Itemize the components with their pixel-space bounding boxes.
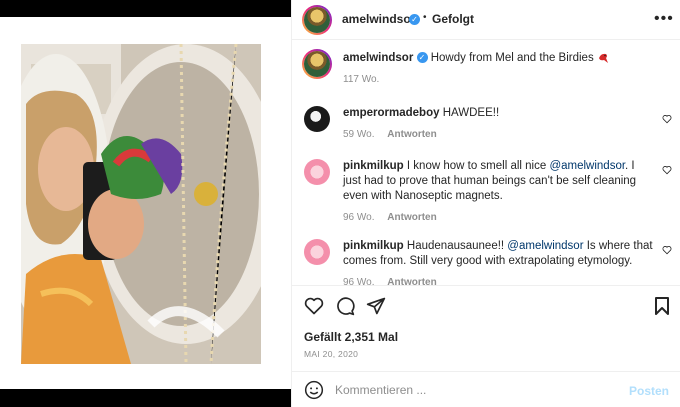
separator-dot: • xyxy=(423,12,427,23)
post-date: MAI 20, 2020 xyxy=(304,349,359,359)
media-top-bar xyxy=(0,0,291,17)
reply-button[interactable]: Antworten xyxy=(387,277,436,285)
caption-meta: 117 Wo. xyxy=(343,72,653,87)
reply-button[interactable]: Antworten xyxy=(387,129,436,140)
commenter-avatar[interactable] xyxy=(304,239,330,265)
media-bottom-bar xyxy=(0,389,291,407)
comment-body: pinkmilkup I know how to smell all nice … xyxy=(343,159,653,225)
caption-text: Howdy from Mel and the Birdies xyxy=(430,52,594,64)
verified-icon: ✓ xyxy=(409,14,420,25)
comment-meta: 96 Wo. Antworten xyxy=(343,210,653,225)
comment-input[interactable] xyxy=(335,381,615,399)
save-bookmark-icon[interactable] xyxy=(654,296,670,316)
caption-username[interactable]: amelwindsor xyxy=(343,52,413,64)
verified-icon: ✓ xyxy=(416,52,428,64)
comment-composer: Posten xyxy=(292,371,680,407)
parrot-icon xyxy=(598,53,608,63)
comment-mention-link[interactable]: @amelwindsor xyxy=(549,160,625,172)
comment-text-before: I know how to smell all nice xyxy=(406,160,550,172)
post-header: amelwindsor ✓ • Gefolgt ••• xyxy=(292,0,680,40)
likes-count[interactable]: Gefällt 2,351 Mal xyxy=(304,330,398,344)
comment-age: 96 Wo. xyxy=(343,212,375,223)
comment-body: pinkmilkup Haudenausaunee!! @amelwindsor… xyxy=(343,239,653,285)
reply-button[interactable]: Antworten xyxy=(387,212,436,223)
comment-text-before: Haudenausaunee!! xyxy=(406,240,508,252)
comment-username[interactable]: pinkmilkup xyxy=(343,160,404,172)
caption-age: 117 Wo. xyxy=(343,74,380,85)
comment-meta: 96 Wo. Antworten xyxy=(343,275,653,285)
post-photo[interactable] xyxy=(21,44,261,364)
comment-mention-link[interactable]: @amelwindsor xyxy=(507,240,583,252)
comments-list: amelwindsor ✓ Howdy from Mel and the Bir… xyxy=(292,41,680,285)
comment-meta: 59 Wo. Antworten xyxy=(343,127,653,142)
comment-bubble-icon[interactable] xyxy=(335,296,355,316)
comment-age: 59 Wo. xyxy=(343,129,375,140)
caption-avatar[interactable] xyxy=(302,49,332,79)
author-username[interactable]: amelwindsor xyxy=(342,12,415,26)
like-comment-icon[interactable] xyxy=(662,165,672,175)
post-media xyxy=(0,0,291,407)
comment-username[interactable]: pinkmilkup xyxy=(343,240,404,252)
commenter-avatar[interactable] xyxy=(304,159,330,185)
share-paper-plane-icon[interactable] xyxy=(366,296,386,316)
comment-age: 96 Wo. xyxy=(343,277,375,285)
post-side-panel: amelwindsor ✓ • Gefolgt ••• amelwindsor … xyxy=(291,0,680,407)
more-options-icon[interactable]: ••• xyxy=(654,10,674,28)
commenter-avatar[interactable] xyxy=(304,106,330,132)
like-comment-icon[interactable] xyxy=(662,114,672,124)
like-comment-icon[interactable] xyxy=(662,245,672,255)
post-comment-button[interactable]: Posten xyxy=(629,384,669,398)
like-heart-icon[interactable] xyxy=(304,296,324,316)
comment-text: HAWDEE!! xyxy=(442,107,500,119)
post-actions: Gefällt 2,351 Mal MAI 20, 2020 xyxy=(292,285,680,371)
emoji-smiley-icon[interactable] xyxy=(304,380,324,400)
author-avatar[interactable] xyxy=(302,5,332,35)
follow-status-button[interactable]: Gefolgt xyxy=(432,12,474,26)
comment-body: emperormadeboy HAWDEE!! 59 Wo. Antworten xyxy=(343,106,653,142)
caption-body: amelwindsor ✓ Howdy from Mel and the Bir… xyxy=(343,51,653,87)
photo-illustration xyxy=(21,44,261,364)
comment-username[interactable]: emperormadeboy xyxy=(343,107,440,119)
